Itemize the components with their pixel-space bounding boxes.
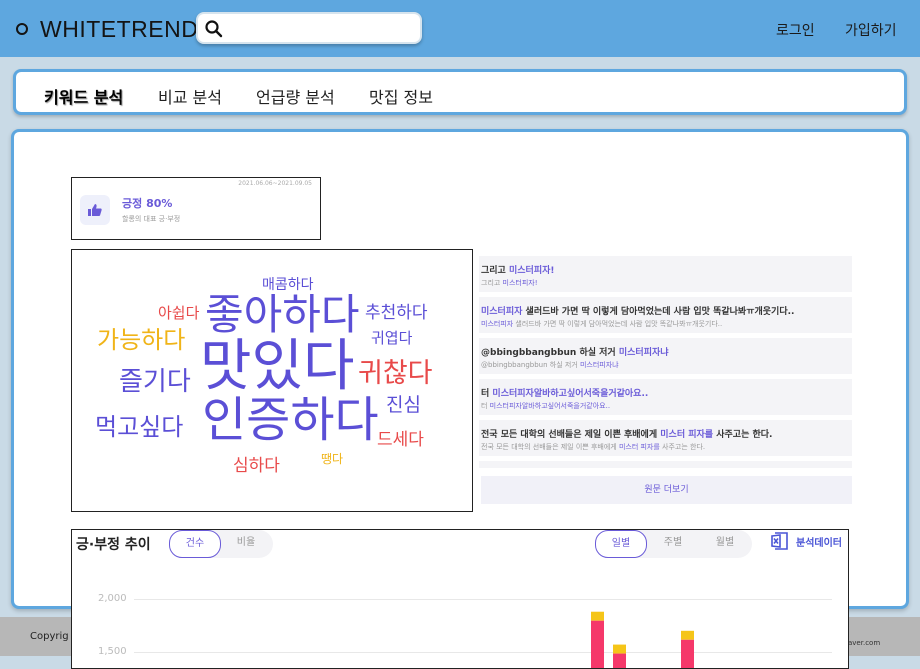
signup-link[interactable]: 가입하기 [845, 20, 897, 40]
tab-mention-analysis[interactable]: 언급량 분석 [256, 84, 335, 108]
thumbs-up-icon [80, 195, 110, 225]
logo-circle-icon [16, 23, 28, 35]
chart-bars [591, 611, 694, 668]
word-cloud: 매콤하다 아쉽다 좋아하다 추천하다 가능하다 귀엽다 즐기다 맛있다 귀찮다 … [71, 249, 473, 512]
list-item[interactable]: 그리고 미스터피자! 그리고 미스터피자! [479, 256, 852, 292]
tab-comparison-analysis[interactable]: 비교 분석 [158, 84, 222, 108]
mention-snippet: 미스터피자 샐러드바 가면 딱 이렇게 담아먹었는데 사람 입맛 똑같나봐ㅠ개웃… [481, 320, 723, 328]
mention-snippet: 전국 모든 대학의 선배들은 제일 이쁜 후배에게 미스터 피자를 사주고는 한… [481, 443, 706, 451]
list-item[interactable] [479, 461, 852, 468]
mention-title: 터 미스터피자알바하고싶어서죽을거같아요.. [481, 389, 649, 399]
bar-segment-neutral [681, 630, 694, 640]
cloud-word: 추천하다 [365, 303, 428, 323]
sentiment-type: 긍정 [122, 197, 143, 210]
login-link[interactable]: 로그인 [776, 20, 815, 40]
mention-title: 그리고 미스터피자! [481, 266, 555, 276]
list-item[interactable]: 터 미스터피자알바하고싶어서죽을거같아요.. 터 미스터피자알바하고싶어서죽을거… [479, 379, 852, 415]
search-icon[interactable] [204, 19, 224, 39]
search-input[interactable] [230, 18, 420, 40]
mention-title: 전국 모든 대학의 선배들은 제일 이쁜 후배에게 미스터 피자를 사주고는 한… [481, 430, 773, 440]
cloud-word: 심하다 [233, 456, 280, 476]
brand-name: WHITETREND [40, 15, 199, 42]
cloud-word: 인증하다 [202, 392, 379, 448]
cloud-word: 진심 [386, 394, 421, 416]
cloud-word: 좋아하다 [205, 290, 360, 339]
cloud-word: 먹고싶다 [95, 413, 184, 441]
sentiment-summary: 2021.06.06~2021.09.05 긍정 80% 할롱의 대표 긍·부정 [71, 177, 321, 240]
sentiment-subtitle: 할롱의 대표 긍·부정 [122, 215, 181, 223]
mention-list: 그리고 미스터피자! 그리고 미스터피자! 미스터피자 샐러드바 가면 딱 이렇… [479, 256, 852, 468]
list-item[interactable]: @bbingbbangbbun 하실 저거 미스터피자냐 @bbingbbang… [479, 338, 852, 374]
credit-text: aver.com [848, 639, 881, 647]
bar-segment-positive [681, 639, 694, 668]
cloud-word: 귀찮다 [358, 358, 433, 389]
list-item[interactable]: 전국 모든 대학의 선배들은 제일 이쁜 후배에게 미스터 피자를 사주고는 한… [479, 420, 852, 456]
cloud-word: 맛있다 [200, 334, 355, 399]
bar-segment-neutral [613, 644, 626, 654]
mention-snippet: 그리고 미스터피자! [481, 279, 538, 287]
mention-title: 미스터피자 샐러드바 가면 딱 이렇게 담아먹었는데 사람 입맛 똑같나봐ㅠ개웃… [481, 307, 795, 317]
cloud-word: 가능하다 [97, 326, 186, 354]
copyright-text: Copyrig [30, 631, 69, 642]
cloud-word: 드세다 [377, 430, 424, 450]
brand-logo[interactable]: WHITETREND [16, 14, 198, 44]
bar-segment-positive [591, 620, 604, 668]
date-range: 2021.06.06~2021.09.05 [238, 180, 312, 187]
tab-keyword-analysis[interactable]: 키워드 분석 [44, 84, 123, 108]
view-original-button[interactable]: 원문 더보기 [481, 476, 852, 504]
mention-snippet: @bbingbbangbbun 하실 저거 미스터피자냐 [481, 361, 619, 369]
cloud-word: 땡다 [321, 452, 344, 466]
tab-bar: 키워드 분석 비교 분석 언급량 분석 맛집 정보 [13, 69, 907, 115]
sentiment-trend-chart: 긍·부정 추이 건수 비율 일별 주별 월별 분석데이터 2,000 1,500 [71, 529, 849, 669]
top-header: WHITETREND 로그인 가입하기 [0, 0, 920, 57]
cloud-word: 귀엽다 [371, 329, 413, 347]
bar-segment-neutral [591, 611, 604, 621]
sentiment-label: 긍정 80% [122, 195, 172, 211]
search-box[interactable] [196, 12, 422, 44]
mention-title: @bbingbbangbbun 하실 저거 미스터피자냐 [481, 348, 669, 358]
list-item[interactable]: 미스터피자 샐러드바 가면 딱 이렇게 담아먹었는데 사람 입맛 똑같나봐ㅠ개웃… [479, 297, 852, 333]
mention-snippet: 터 미스터피자알바하고싶어서죽을거같아요.. [481, 402, 611, 410]
cloud-word: 즐기다 [119, 367, 191, 397]
tab-restaurant-info[interactable]: 맛집 정보 [369, 84, 433, 108]
cloud-word: 아쉽다 [158, 304, 200, 322]
sentiment-percent: 80% [146, 197, 173, 210]
